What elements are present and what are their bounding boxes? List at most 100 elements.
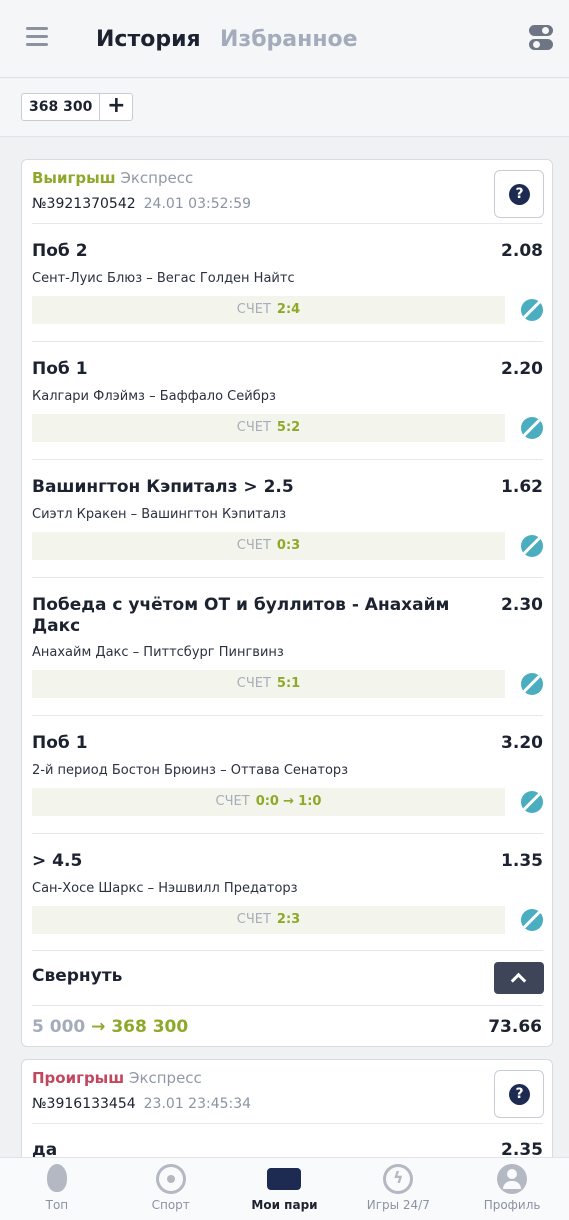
score-label: СЧЕТ — [236, 538, 271, 553]
nav-label: Игры 24/7 — [366, 1198, 430, 1212]
collapse-label[interactable]: Свернуть — [32, 966, 122, 986]
nav-my-bets[interactable]: Мои пари — [228, 1158, 342, 1220]
bet-card[interactable]: Выигрыш Экспресс №3921370542 24.01 03:52:… — [21, 159, 553, 1047]
score-label: СЧЕТ — [236, 302, 271, 317]
hockey-puck-icon — [521, 535, 543, 557]
score-value: 5:2 — [276, 420, 301, 435]
bet-status: Выигрыш Экспресс — [32, 169, 193, 187]
sum-value: 368 300 — [22, 94, 101, 120]
score-value: 1:0 — [298, 794, 322, 809]
win-amount: 368 300 — [111, 1017, 189, 1037]
bet-id: №3921370542 — [32, 196, 136, 212]
add-sum-button[interactable]: + — [100, 94, 132, 120]
score-value: 2:3 — [276, 912, 301, 927]
event-title: > 4.5 — [32, 851, 83, 871]
help-button[interactable]: ? — [494, 170, 544, 218]
event-item: Поб 2 2.08 Сент-Луис Блюз – Вегас Голден… — [32, 241, 543, 333]
divider — [32, 715, 543, 716]
divider — [32, 950, 543, 951]
event-odds: 2.20 — [501, 359, 543, 379]
event-score: СЧЕТ 2:3 — [32, 906, 505, 934]
total-odds: 73.66 — [488, 1017, 542, 1037]
score-label: СЧЕТ — [236, 912, 271, 927]
filter-toggle-icon[interactable] — [529, 25, 553, 51]
divider — [32, 833, 543, 834]
event-odds: 1.62 — [501, 477, 543, 497]
nav-label: Топ — [45, 1198, 69, 1212]
event-odds: 1.35 — [501, 851, 543, 871]
event-teams: Сан-Хосе Шаркс – Нэшвилл Предаторз — [32, 881, 298, 896]
event-item: > 4.5 1.35 Сан-Хосе Шаркс – Нэшвилл Пред… — [32, 851, 543, 943]
question-icon: ? — [509, 1084, 530, 1105]
nav-top[interactable]: Топ — [0, 1158, 114, 1220]
event-title: Победа с учётом ОТ и буллитов - Анахайм … — [32, 595, 450, 636]
event-score: СЧЕТ 5:1 — [32, 670, 505, 698]
status-label: Проигрыш — [32, 1069, 125, 1087]
event-item: Вашингтон Кэпиталз > 2.5 1.62 Сиэтл Крак… — [32, 477, 543, 569]
score-label: СЧЕТ — [215, 794, 250, 809]
score-from: 0:0 — [255, 794, 279, 809]
event-teams: Сиэтл Кракен – Вашингтон Кэпиталз — [32, 507, 287, 522]
sum-bar: 368 300 + — [0, 79, 569, 137]
bottom-navigation: Топ Спорт Мои пари Игры 24/7 Профиль — [0, 1157, 569, 1220]
nav-label: Профиль — [483, 1198, 541, 1212]
stake-amount: 5 000 — [32, 1017, 86, 1037]
bet-datetime: 24.01 03:52:59 — [143, 196, 252, 212]
arrow-icon: → — [91, 1017, 106, 1037]
divider — [32, 1123, 543, 1124]
event-score: СЧЕТ 0:3 — [32, 532, 505, 560]
event-odds: 3.20 — [501, 733, 543, 753]
bet-datetime: 23.01 23:45:34 — [143, 1096, 252, 1112]
nav-games[interactable]: Игры 24/7 — [341, 1158, 455, 1220]
event-teams: Калгари Флэймз – Баффало Сейбрз — [32, 389, 276, 404]
event-title: Вашингтон Кэпиталз > 2.5 — [32, 477, 294, 497]
nav-label: Спорт — [151, 1198, 190, 1212]
top-header: История Избранное — [0, 0, 569, 78]
score-value: 2:4 — [276, 302, 301, 317]
profile-icon — [497, 1164, 528, 1194]
divider — [32, 459, 543, 460]
bet-total: 5 000 → 368 300 — [32, 1017, 188, 1037]
event-title: Поб 1 — [32, 733, 88, 753]
divider — [32, 341, 543, 342]
score-label: СЧЕТ — [236, 676, 271, 691]
score-label: СЧЕТ — [236, 420, 271, 435]
bet-id: №3916133454 — [32, 1096, 136, 1112]
event-item: Поб 1 2.20 Калгари Флэймз – Баффало Сейб… — [32, 359, 543, 451]
event-item: Победа с учётом ОТ и буллитов - Анахайм … — [32, 595, 543, 707]
event-title: Поб 1 — [32, 359, 88, 379]
hockey-puck-icon — [521, 299, 543, 321]
divider — [32, 223, 543, 224]
flame-icon — [46, 1164, 67, 1192]
event-item: Поб 1 3.20 2-й период Бостон Брюинз – От… — [32, 733, 543, 825]
tab-favorites[interactable]: Избранное — [220, 27, 358, 52]
status-label: Выигрыш — [32, 169, 116, 187]
hockey-puck-icon — [521, 417, 543, 439]
event-score: СЧЕТ 0:0 → 1:0 — [32, 788, 505, 816]
score-arrow: → — [283, 794, 295, 809]
bet-status: Проигрыш Экспресс — [32, 1069, 202, 1087]
hockey-puck-icon — [521, 909, 543, 931]
event-title: Поб 2 — [32, 241, 88, 261]
collapse-button[interactable] — [494, 962, 544, 994]
event-odds: 2.30 — [501, 595, 543, 615]
question-icon: ? — [509, 184, 530, 205]
menu-icon[interactable] — [26, 27, 48, 47]
hockey-puck-icon — [521, 673, 543, 695]
bet-type: Экспресс — [120, 169, 194, 187]
help-button[interactable]: ? — [494, 1070, 544, 1118]
event-odds: 2.08 — [501, 241, 543, 261]
tab-history[interactable]: История — [96, 27, 201, 52]
event-score: СЧЕТ 2:4 — [32, 296, 505, 324]
sum-box: 368 300 + — [21, 93, 134, 121]
nav-profile[interactable]: Профиль — [455, 1158, 569, 1220]
event-teams: 2-й период Бостон Брюинз – Оттава Сенато… — [32, 763, 349, 778]
nav-label: Мои пари — [251, 1198, 318, 1212]
target-icon — [155, 1164, 186, 1194]
divider — [32, 577, 543, 578]
nav-sport[interactable]: Спорт — [114, 1158, 228, 1220]
bet-number: №3921370542 24.01 03:52:59 — [32, 196, 251, 212]
hockey-puck-icon — [521, 791, 543, 813]
score-value: 5:1 — [276, 676, 301, 691]
chevron-up-icon — [510, 972, 527, 989]
